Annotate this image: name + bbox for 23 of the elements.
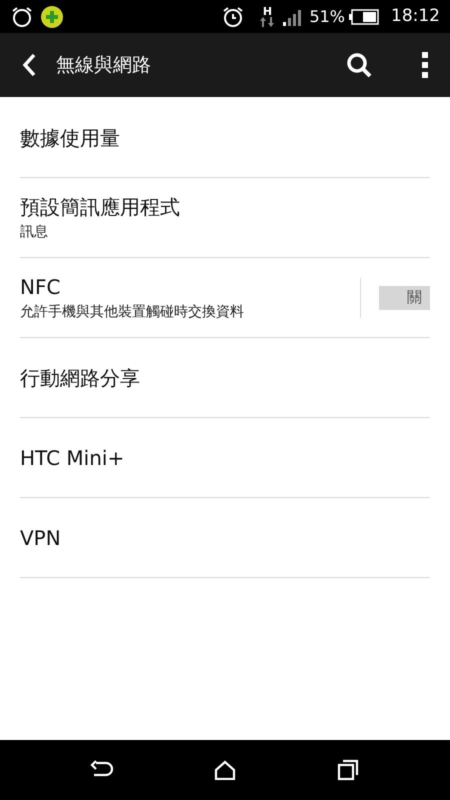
data-arrows-icon bbox=[259, 17, 276, 27]
alarm-icon bbox=[10, 6, 34, 28]
setting-subtitle: 訊息 bbox=[20, 222, 49, 242]
battery-icon bbox=[349, 8, 379, 24]
setting-title: HTC Mini+ bbox=[20, 444, 126, 470]
battery-percent: 51% bbox=[309, 6, 345, 28]
setting-title: 行動網路分享 bbox=[20, 364, 141, 390]
setting-subtitle: 允許手機與其他裝置觸碰時交換資料 bbox=[20, 302, 245, 322]
toggle-switch[interactable]: 關 bbox=[379, 286, 430, 310]
app-bar-title: 無線與網路 bbox=[56, 52, 151, 78]
network-type: H bbox=[262, 6, 272, 17]
back-icon bbox=[21, 53, 37, 77]
home-icon bbox=[214, 760, 236, 780]
recents-icon bbox=[337, 759, 360, 781]
setting-title: NFC bbox=[20, 274, 62, 300]
clock: 18:12 bbox=[391, 4, 440, 28]
alarm-icon bbox=[221, 6, 246, 28]
setting-title: VPN bbox=[20, 524, 62, 550]
setting-title: 數據使用量 bbox=[20, 124, 121, 150]
setting-title: 預設簡訊應用程式 bbox=[20, 194, 181, 220]
search-icon bbox=[346, 52, 372, 78]
menu-icon bbox=[422, 52, 428, 78]
plus-icon bbox=[40, 4, 64, 28]
